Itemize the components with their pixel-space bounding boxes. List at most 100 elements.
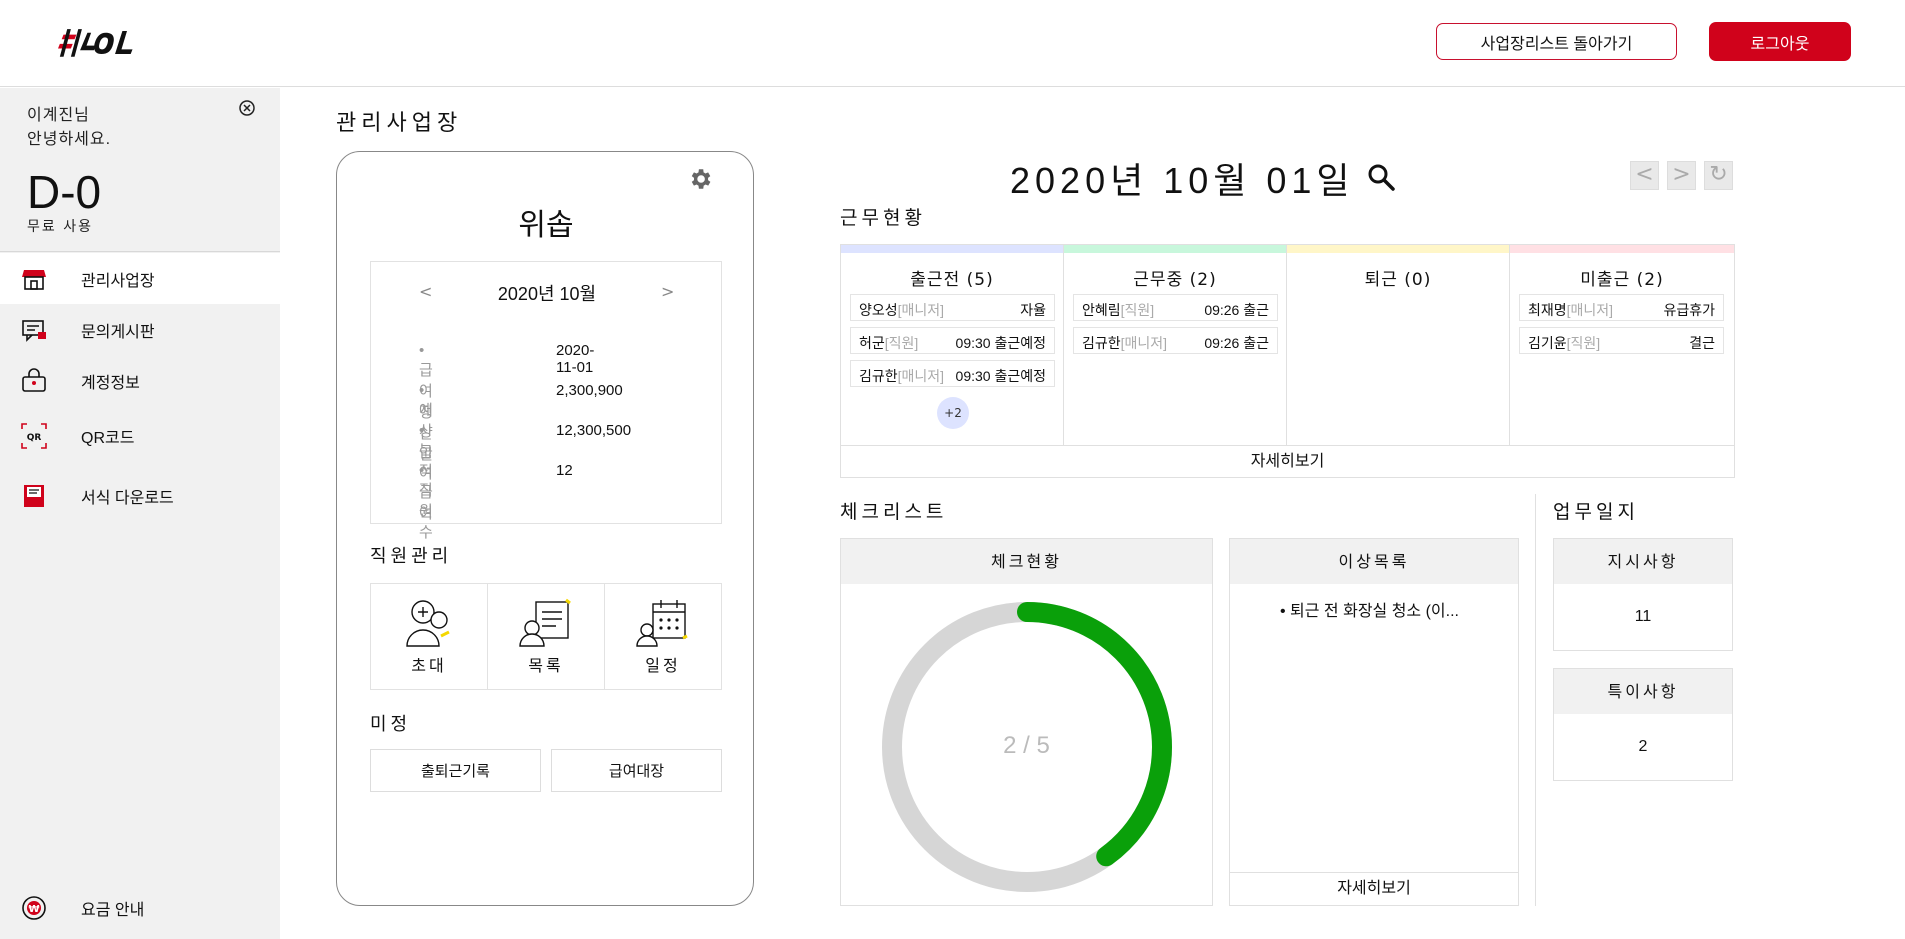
employee-role: [매니저]: [897, 302, 945, 318]
status-column-title: 퇴근 (0): [1364, 270, 1432, 290]
abnormal-list-panel: 이상목록 • 퇴근 전 화장실 청소 (이... 자세히보기: [1229, 538, 1519, 906]
status-color-bar: [1064, 245, 1286, 253]
instructions-card[interactable]: 지시사항 11: [1553, 538, 1733, 651]
work-status-detail-link[interactable]: 자세히보기: [841, 445, 1734, 478]
panel-header: 지시사항: [1554, 539, 1732, 584]
employee-name: 김규한: [1082, 335, 1121, 351]
won-icon: ₩: [22, 896, 46, 920]
back-to-business-list-button[interactable]: 사업장리스트 돌아가기: [1436, 23, 1677, 60]
sidebar-item-business[interactable]: 관리사업장: [0, 253, 280, 304]
abnormal-list-item[interactable]: • 퇴근 전 화장실 청소 (이...: [1280, 597, 1459, 621]
instructions-count: 11: [1634, 608, 1652, 625]
top-header: 사업장리스트 돌아가기 로그아웃: [0, 0, 1905, 87]
sidebar: 이계진님 안녕하세요. D-0 무료 사용 관리사업장 문의게시판 계정정보 Q…: [0, 88, 280, 939]
status-color-bar: [1287, 245, 1509, 253]
status-color-bar: [841, 245, 1063, 253]
tile-label: 목록: [528, 656, 564, 675]
tile-label: 일정: [645, 656, 681, 675]
status-column-absent: 미출근 (2) 최재명[매니저] 유급휴가 김기윤[직원] 결근: [1510, 245, 1734, 445]
list-tile[interactable]: 목록: [488, 584, 605, 689]
work-status-board: 출근전 (5) 양오성[매니저] 자율 허군[직원] 09:30 출근예정 김규…: [840, 244, 1735, 478]
abnormal-detail-link[interactable]: 자세히보기: [1230, 872, 1518, 905]
status-column-title: 출근전 (5): [910, 270, 994, 290]
status-color-bar: [1510, 245, 1734, 253]
sidebar-nav: 관리사업장 문의게시판 계정정보 QR QR코드 서식 다운로드: [0, 253, 280, 526]
employee-role: [직원]: [884, 335, 919, 351]
check-progress-label: 2 / 5: [1003, 732, 1050, 759]
employee-row[interactable]: 양오성[매니저] 자율: [850, 294, 1055, 321]
pay-key: • 직원수: [419, 462, 433, 541]
prev-day-button[interactable]: <: [1630, 161, 1659, 190]
employee-tiles: 초대 목록 일정: [370, 583, 722, 690]
notes-card[interactable]: 특이사항 2: [1553, 668, 1733, 781]
gear-icon[interactable]: [687, 166, 713, 192]
work-log-title: 업무일지: [1553, 501, 1639, 523]
sidebar-item-pricing[interactable]: ₩ 요금 안내: [0, 888, 280, 928]
chat-board-icon: [22, 319, 46, 342]
invite-tile[interactable]: 초대: [371, 584, 488, 689]
employee-name: 양오성: [859, 302, 898, 318]
sidebar-item-label: 문의게시판: [81, 323, 155, 341]
panel-header: 특이사항: [1554, 669, 1732, 714]
employee-status: 결근: [1689, 335, 1715, 351]
greeting-hello: 안녕하세요.: [27, 131, 112, 148]
sidebar-item-label: 서식 다운로드: [81, 490, 174, 507]
greeting-name: 이계진님: [27, 107, 90, 124]
status-column-title: 미출근 (2): [1580, 270, 1664, 290]
sidebar-item-qr[interactable]: QR QR코드: [0, 406, 280, 466]
yol-logo[interactable]: [58, 22, 150, 62]
employee-section-title: 직원관리: [370, 546, 453, 567]
schedule-tile[interactable]: 일정: [605, 584, 721, 689]
invite-icon: [406, 600, 450, 647]
document-download-icon: [24, 485, 44, 507]
pay-value: 2,300,900: [556, 382, 623, 399]
pay-value: 2020-11-01: [556, 342, 595, 376]
sidebar-item-label: 계정정보: [81, 374, 140, 392]
employee-row[interactable]: 허군[직원] 09:30 출근예정: [850, 327, 1055, 354]
employee-name: 김기윤: [1528, 335, 1567, 351]
next-day-button[interactable]: >: [1667, 161, 1696, 190]
logout-button[interactable]: 로그아웃: [1709, 22, 1851, 61]
section-divider: [1535, 494, 1536, 906]
month-next-button[interactable]: >: [661, 282, 674, 301]
payroll-summary: < 2020년 10월 > • 급여정산일 2020-11-01 • 예상급여 …: [370, 261, 723, 541]
sidebar-item-board[interactable]: 문의게시판: [0, 304, 280, 355]
attendance-record-button[interactable]: 출퇴근기록: [370, 749, 541, 792]
employee-role: [매니저]: [1120, 335, 1168, 351]
greeting: 이계진님 안녕하세요.: [27, 104, 111, 152]
refresh-button[interactable]: ↻: [1704, 161, 1733, 190]
list-icon: [519, 598, 571, 647]
search-icon[interactable]: [1366, 162, 1396, 192]
sidebar-item-account[interactable]: 계정정보: [0, 355, 280, 406]
employee-row[interactable]: 안혜림[직원] 09:26 출근: [1073, 294, 1278, 321]
svg-text:₩: ₩: [28, 904, 39, 915]
employee-name: 김규한: [859, 368, 898, 384]
employee-row[interactable]: 김기윤[직원] 결근: [1519, 327, 1724, 354]
sidebar-item-forms[interactable]: 서식 다운로드: [0, 466, 280, 526]
employee-status: 09:30 출근예정: [955, 335, 1046, 351]
dday-counter: D-0: [27, 166, 102, 218]
user-profile: 이계진님 안녕하세요. D-0 무료 사용: [0, 88, 280, 252]
business-name: 위솝: [518, 209, 574, 242]
month-navigator: < 2020년 10월 >: [371, 280, 723, 310]
payroll-ledger-button[interactable]: 급여대장: [551, 749, 722, 792]
page-title: 관리사업장: [336, 111, 463, 136]
employee-status: 유급휴가: [1663, 302, 1715, 318]
work-status-title: 근무현황: [840, 207, 926, 229]
tile-label: 초대: [411, 656, 447, 675]
employee-row[interactable]: 김규한[매니저] 09:30 출근예정: [850, 360, 1055, 387]
employee-status: 자율: [1020, 302, 1046, 318]
employee-name: 허군: [859, 335, 885, 351]
close-icon[interactable]: [238, 99, 256, 117]
pay-value: 12: [556, 462, 573, 479]
check-status-panel: 체크현황 2 / 5: [840, 538, 1213, 906]
panel-header: 체크현황: [841, 539, 1212, 584]
more-employees-badge[interactable]: +2: [937, 397, 969, 429]
sidebar-item-label: 관리사업장: [81, 272, 155, 290]
employee-name: 최재명: [1528, 302, 1567, 318]
employee-role: [매니저]: [897, 368, 945, 384]
store-icon: [22, 269, 46, 290]
employee-row[interactable]: 김규한[매니저] 09:26 출근: [1073, 327, 1278, 354]
employee-row[interactable]: 최재명[매니저] 유급휴가: [1519, 294, 1724, 321]
misc-section-title: 미정: [370, 714, 412, 735]
